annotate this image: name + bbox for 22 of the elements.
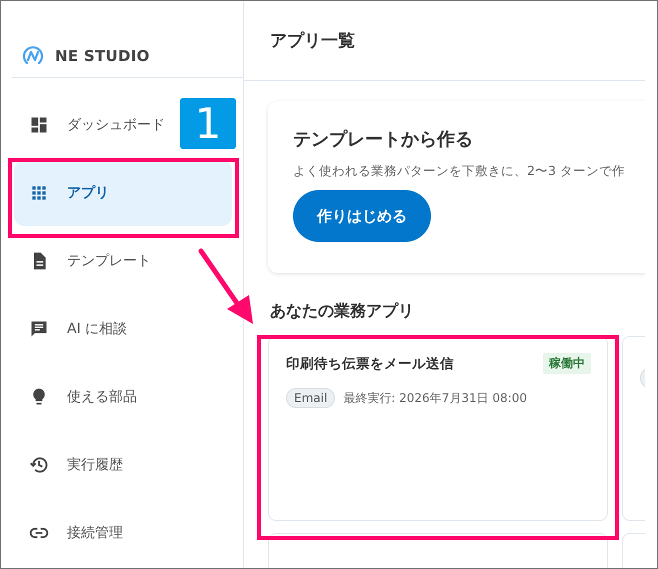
dashboard-icon (29, 115, 49, 135)
history-icon (29, 455, 49, 475)
start-button[interactable]: 作りはじめる (293, 190, 431, 242)
sidebar-item[interactable]: アプリ (14, 160, 232, 226)
chat-icon (29, 319, 49, 339)
page-title: アプリ一覧 (270, 30, 355, 52)
card-description: よく使われる業務パターンを下敷きに、2〜3 ターンで作 (293, 163, 626, 180)
tag-chip: Email (286, 388, 336, 408)
brand-name: NE STUDIO (55, 46, 150, 65)
sidebar-item[interactable]: AI に相談 (14, 296, 138, 362)
last-run-text: 最終実行: 2026年7月31日 08:00 (343, 390, 527, 406)
app-card[interactable]: 印刷待ち伝票をメール送信 稼働中 Email 最終実行: 2026年7月31日 08:00 (268, 336, 608, 521)
sidebar-item[interactable]: ダッシュボード (14, 92, 175, 158)
sidebar-item[interactable]: 接続管理 (14, 500, 133, 566)
step-badge: 1 (180, 98, 236, 149)
sidebar-item[interactable]: 使える部品 (14, 364, 147, 430)
status-badge: 稼働中 (543, 353, 591, 374)
sidebar-item[interactable]: 実行履歴 (14, 432, 133, 498)
section-title: あなたの業務アプリ (270, 301, 414, 322)
card-title: テンプレートから作る (293, 128, 473, 151)
sidebar-item[interactable]: テンプレート (14, 228, 161, 294)
app-title: 印刷待ち伝票をメール送信 (286, 354, 454, 372)
